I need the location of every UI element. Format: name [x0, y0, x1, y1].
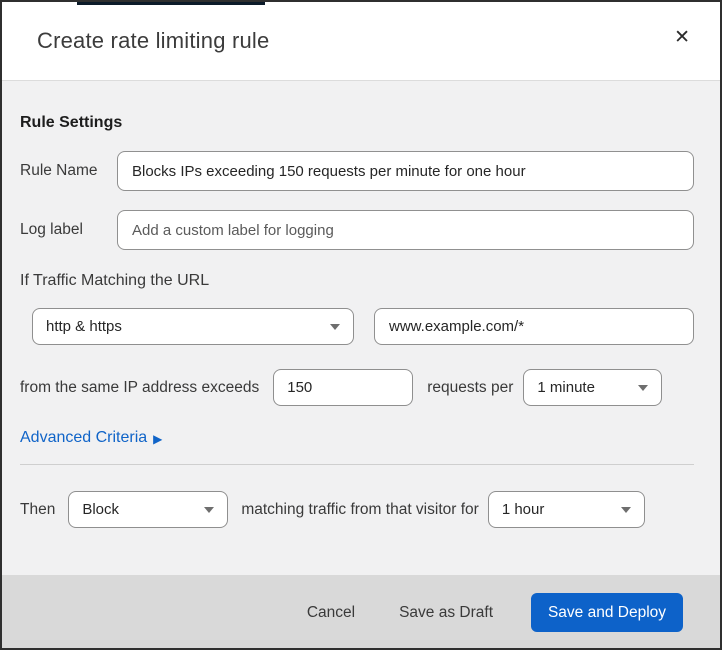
save-as-draft-button[interactable]: Save as Draft	[389, 596, 503, 630]
scheme-select[interactable]: http & https	[32, 308, 354, 345]
then-row: Then Block matching traffic from that vi…	[20, 491, 694, 528]
rule-settings-heading: Rule Settings	[20, 114, 123, 131]
duration-select[interactable]: 1 hour	[487, 491, 645, 528]
threshold-prefix-text: from the same IP address exceeds	[20, 378, 260, 396]
create-rate-limiting-rule-dialog: Create rate limiting rule ✕ Rule Setting…	[0, 0, 722, 650]
period-select-value: 1 minute	[537, 379, 595, 396]
rule-name-input[interactable]	[117, 151, 694, 191]
request-count-input[interactable]	[273, 369, 414, 406]
chevron-down-icon	[204, 506, 215, 513]
scheme-select-value: http & https	[46, 318, 122, 335]
log-label-row: Log label	[20, 210, 694, 250]
action-select[interactable]: Block	[68, 491, 229, 528]
chevron-right-icon: ▶	[153, 432, 163, 446]
action-select-value: Block	[82, 501, 120, 518]
chevron-down-icon	[620, 506, 631, 513]
background-page-strip	[77, 2, 265, 5]
advanced-criteria-link[interactable]: Advanced Criteria ▶	[20, 429, 162, 447]
cancel-button[interactable]: Cancel	[297, 596, 365, 630]
threshold-middle-text: requests per	[427, 378, 514, 396]
dialog-header: Create rate limiting rule ✕	[2, 2, 720, 81]
then-prefix-text: Then	[20, 500, 56, 518]
rule-name-label: Rule Name	[20, 162, 98, 179]
rule-name-row: Rule Name	[20, 151, 694, 191]
log-label-input[interactable]	[117, 210, 694, 250]
dialog-body: Rule Settings Rule Name Log label If Tra…	[2, 81, 720, 575]
chevron-down-icon	[638, 384, 649, 391]
close-icon[interactable]: ✕	[670, 24, 694, 51]
save-and-deploy-button[interactable]: Save and Deploy	[531, 593, 683, 632]
url-pattern-input[interactable]	[374, 308, 694, 345]
dialog-title: Create rate limiting rule	[37, 28, 270, 53]
chevron-down-icon	[330, 323, 340, 330]
duration-select-value: 1 hour	[501, 501, 545, 518]
then-middle-text: matching traffic from that visitor for	[241, 500, 479, 518]
dialog-footer: Cancel Save as Draft Save and Deploy	[2, 575, 720, 648]
log-label-label: Log label	[20, 221, 83, 238]
traffic-match-heading: If Traffic Matching the URL	[20, 272, 210, 289]
scheme-url-row: http & https	[20, 308, 694, 345]
advanced-criteria-label: Advanced Criteria	[20, 429, 148, 446]
threshold-row: from the same IP address exceeds request…	[20, 369, 694, 406]
section-divider	[20, 464, 694, 465]
period-select[interactable]: 1 minute	[523, 369, 663, 406]
